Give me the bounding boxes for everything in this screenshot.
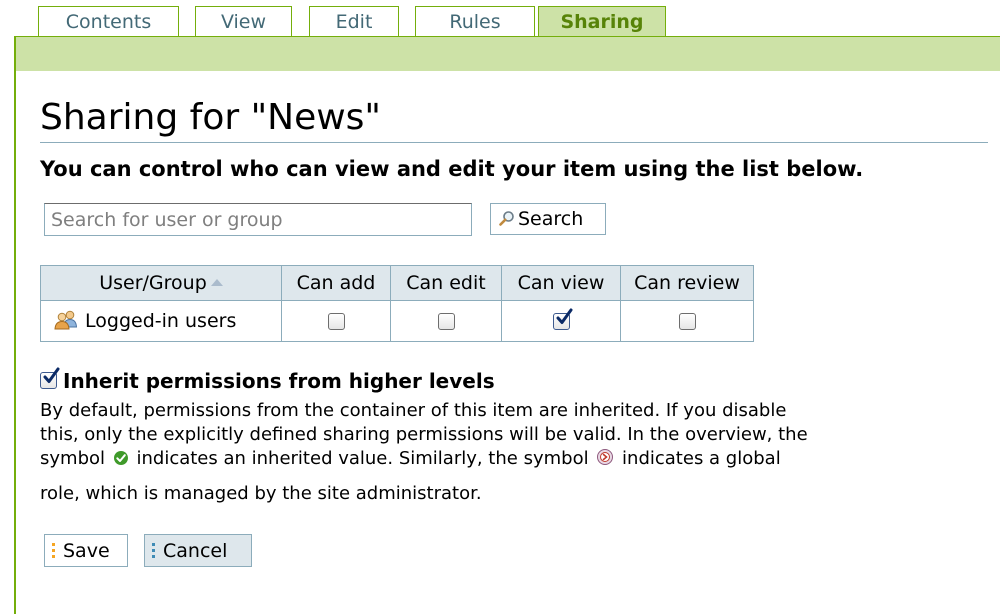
help-line: symbol indicates an inherited value. Sim… [40,448,781,469]
magnifier-icon [499,211,514,226]
search-button-label: Search [518,208,584,230]
can-add-cell [281,300,391,342]
sort-ascending-icon [210,279,223,286]
save-button[interactable]: Save [44,534,128,567]
global-role-icon [597,449,614,465]
column-header-can-review: Can review [620,265,754,301]
tab-sharing[interactable]: Sharing [538,6,666,38]
column-header-can-add: Can add [281,265,391,301]
green-check-icon [113,451,128,465]
page-title: Sharing for "News" [40,97,381,138]
save-button-label: Save [63,539,110,562]
inherit-permissions-row: Inherit permissions from higher levels [40,367,495,393]
help-line: role, which is managed by the site admin… [40,483,482,504]
cancel-button[interactable]: Cancel [144,534,252,567]
page-description: You can control who can view and edit yo… [40,157,864,181]
search-input[interactable] [44,203,472,236]
checkmark-icon [43,367,60,383]
can-view-cell [501,300,621,342]
title-divider [40,142,988,143]
inherit-help-text: By default, permissions from the contain… [40,399,970,471]
tab-rules[interactable]: Rules [415,6,535,37]
cancel-button-label: Cancel [163,539,228,562]
tab-contents[interactable]: Contents [38,6,179,37]
content-actions-bar [16,37,1000,71]
can-edit-cell [390,300,502,342]
column-header-user-group[interactable]: User/Group [40,265,282,301]
user-group-name: Logged-in users [85,310,237,332]
table-header-row: User/Group Can add Can edit Can view Can… [40,265,754,301]
save-marker-icon [52,543,56,561]
user-group-cell: Logged-in users [40,300,282,342]
help-line: By default, permissions from the contain… [40,400,787,421]
can-view-checkbox[interactable] [552,308,572,330]
search-button[interactable]: Search [490,203,606,235]
inherit-permissions-checkbox[interactable] [40,367,60,389]
can-review-cell [620,300,754,342]
column-header-can-edit: Can edit [390,265,502,301]
table-row: Logged-in users [40,300,754,342]
help-line: this, only the explicitly defined sharin… [40,424,808,445]
sharing-permissions-table: User/Group Can add Can edit Can view Can… [40,265,754,342]
column-header-can-view: Can view [501,265,621,301]
inherit-permissions-label[interactable]: Inherit permissions from higher levels [63,369,495,393]
can-edit-checkbox[interactable] [437,313,455,330]
tab-edit[interactable]: Edit [309,6,399,37]
checkmark-icon [556,308,572,324]
tab-view[interactable]: View [195,6,292,37]
cancel-marker-icon [152,543,156,561]
can-add-checkbox[interactable] [327,313,345,330]
can-review-checkbox[interactable] [678,313,696,330]
group-icon [54,310,78,330]
